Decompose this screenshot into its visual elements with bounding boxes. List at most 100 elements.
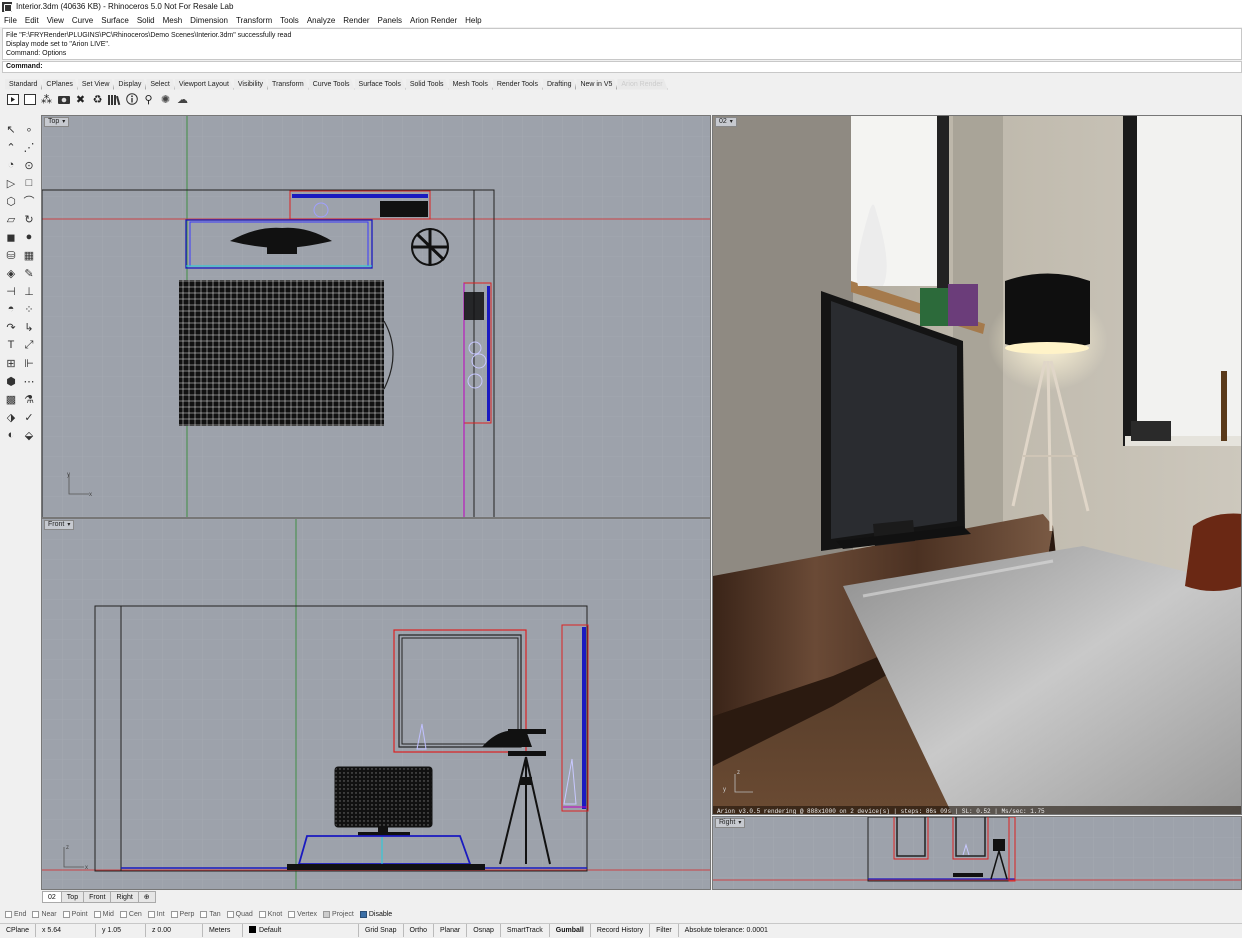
menu-view[interactable]: View bbox=[47, 16, 64, 25]
osnap-disable[interactable]: Disable bbox=[359, 911, 392, 918]
menu-dimension[interactable]: Dimension bbox=[190, 16, 228, 25]
split-icon[interactable]: ⊥ bbox=[22, 284, 36, 298]
tab-drafting[interactable]: Drafting bbox=[542, 78, 577, 90]
osnap-mid[interactable]: Mid bbox=[93, 911, 114, 918]
curve-points-icon[interactable]: ⋰ bbox=[22, 140, 36, 154]
menu-mesh[interactable]: Mesh bbox=[163, 16, 183, 25]
select-arrow-icon[interactable]: ↖ bbox=[4, 122, 18, 136]
osnap-cen[interactable]: Cen bbox=[119, 911, 142, 918]
sphere-icon[interactable]: ● bbox=[22, 230, 36, 244]
vtab-right[interactable]: Right bbox=[110, 891, 139, 903]
add-viewport-icon[interactable]: ⊕ bbox=[137, 891, 156, 903]
tab-cplanes[interactable]: CPlanes bbox=[42, 78, 78, 90]
tab-mesh-tools[interactable]: Mesh Tools bbox=[448, 78, 493, 90]
osnap-int[interactable]: Int bbox=[147, 911, 165, 918]
move-icon[interactable]: ↳ bbox=[22, 320, 36, 334]
boolean-icon[interactable]: ◈ bbox=[4, 266, 18, 280]
gumball-toggle[interactable]: Gumball bbox=[550, 923, 591, 937]
rotate-icon[interactable]: ↻ bbox=[22, 212, 36, 226]
window-icon[interactable] bbox=[23, 93, 36, 106]
info-icon[interactable] bbox=[125, 93, 138, 106]
menu-help[interactable]: Help bbox=[465, 16, 481, 25]
viewport-front-label[interactable]: Front ▾ bbox=[44, 520, 75, 530]
menu-panels[interactable]: Panels bbox=[378, 16, 402, 25]
osnap-project[interactable]: Project bbox=[323, 911, 354, 918]
viewport-perspective-label[interactable]: 02 ▾ bbox=[715, 117, 737, 127]
filter-toggle[interactable]: Filter bbox=[650, 923, 679, 937]
tab-standard[interactable]: Standard bbox=[5, 78, 43, 90]
osnap-end[interactable]: End bbox=[5, 911, 26, 918]
measure-icon[interactable]: ⋯ bbox=[22, 374, 36, 388]
group-icon[interactable]: ⊞ bbox=[4, 356, 18, 370]
menu-arion-render[interactable]: Arion Render bbox=[410, 16, 457, 25]
menu-file[interactable]: File bbox=[4, 16, 17, 25]
polygon-icon[interactable]: ⬡ bbox=[4, 194, 18, 208]
osnap-tan[interactable]: Tan bbox=[200, 911, 221, 918]
units-indicator[interactable]: Meters bbox=[203, 923, 243, 937]
trim-icon[interactable]: ⊣ bbox=[4, 284, 18, 298]
circle-icon[interactable]: ◔ bbox=[4, 158, 18, 172]
tab-transform[interactable]: Transform bbox=[268, 78, 309, 90]
osnap-knot[interactable]: Knot bbox=[258, 911, 282, 918]
tab-surface-tools[interactable]: Surface Tools bbox=[354, 78, 406, 90]
planar-toggle[interactable]: Planar bbox=[434, 923, 468, 937]
menu-solid[interactable]: Solid bbox=[137, 16, 155, 25]
vtab-front[interactable]: Front bbox=[83, 891, 112, 903]
menu-transform[interactable]: Transform bbox=[236, 16, 272, 25]
tab-render-tools[interactable]: Render Tools bbox=[492, 78, 543, 90]
tab-display[interactable]: Display bbox=[114, 78, 147, 90]
cylinder-icon[interactable]: ⛁ bbox=[4, 248, 18, 262]
tab-solid-tools[interactable]: Solid Tools bbox=[405, 78, 449, 90]
polyline-icon[interactable]: ⌃ bbox=[4, 140, 18, 154]
light-icon[interactable]: ◐ bbox=[4, 428, 18, 442]
layer-indicator[interactable]: Default bbox=[243, 923, 359, 937]
menu-render[interactable]: Render bbox=[343, 16, 369, 25]
tools-icon[interactable]: ✖ bbox=[74, 93, 87, 106]
play-icon[interactable] bbox=[6, 93, 19, 106]
dimension-icon[interactable]: ⊩ bbox=[22, 356, 36, 370]
explode-icon[interactable]: ⁘ bbox=[22, 302, 36, 316]
paint-icon[interactable]: ⬙ bbox=[22, 428, 36, 442]
library-icon[interactable] bbox=[108, 93, 121, 106]
tab-new-in-v5[interactable]: New in V5 bbox=[576, 78, 618, 90]
ellipse-icon[interactable]: ⊙ bbox=[22, 158, 36, 172]
point-icon[interactable]: ∘ bbox=[22, 122, 36, 136]
osnap-toggle[interactable]: Osnap bbox=[467, 923, 501, 937]
mesh-icon[interactable]: ▦ bbox=[22, 248, 36, 262]
vtab-top[interactable]: Top bbox=[60, 891, 85, 903]
osnap-perp[interactable]: Perp bbox=[170, 911, 194, 918]
offset-icon[interactable]: ↷ bbox=[4, 320, 18, 334]
pin-icon[interactable]: ⚲ bbox=[142, 93, 155, 106]
menu-surface[interactable]: Surface bbox=[101, 16, 129, 25]
osnap-vertex[interactable]: Vertex bbox=[288, 911, 317, 918]
vtab-02[interactable]: 02 bbox=[42, 891, 62, 903]
fillet-icon[interactable]: ◓ bbox=[4, 302, 18, 316]
cplane-indicator[interactable]: CPlane bbox=[0, 923, 36, 937]
tab-visibility[interactable]: Visibility bbox=[233, 78, 269, 90]
tab-set-view[interactable]: Set View bbox=[77, 78, 115, 90]
scale-icon[interactable]: ⤢ bbox=[22, 338, 36, 352]
edit-icon[interactable]: ✎ bbox=[22, 266, 36, 280]
osnap-near[interactable]: Near bbox=[32, 911, 57, 918]
smarttrack-toggle[interactable]: SmartTrack bbox=[501, 923, 550, 937]
viewport-top[interactable]: y x Top ▾ bbox=[41, 115, 711, 518]
tab-select[interactable]: Select bbox=[146, 78, 175, 90]
tab-curve-tools[interactable]: Curve Tools bbox=[308, 78, 355, 90]
block-icon[interactable]: ⬢ bbox=[4, 374, 18, 388]
osnap-quad[interactable]: Quad bbox=[226, 911, 253, 918]
recycle-icon[interactable]: ♻ bbox=[91, 93, 104, 106]
grid-snap-toggle[interactable]: Grid Snap bbox=[359, 923, 404, 937]
cloud-icon[interactable]: ☁ bbox=[176, 93, 189, 106]
triangle-icon[interactable]: ▷ bbox=[4, 176, 18, 190]
text-icon[interactable]: T bbox=[4, 338, 18, 352]
nodes-icon[interactable]: ⁂ bbox=[40, 93, 53, 106]
viewport-top-label[interactable]: Top ▾ bbox=[44, 117, 70, 127]
check-icon[interactable]: ✓ bbox=[22, 410, 36, 424]
box-icon[interactable]: ◼ bbox=[4, 230, 18, 244]
splat-icon[interactable]: ✺ bbox=[159, 93, 172, 106]
analyze-icon[interactable]: ⚗ bbox=[22, 392, 36, 406]
tab-arion-render[interactable]: Arion Render bbox=[617, 78, 668, 90]
osnap-point[interactable]: Point bbox=[62, 911, 88, 918]
tab-viewport-layout[interactable]: Viewport Layout bbox=[174, 78, 234, 90]
menu-analyze[interactable]: Analyze bbox=[307, 16, 335, 25]
